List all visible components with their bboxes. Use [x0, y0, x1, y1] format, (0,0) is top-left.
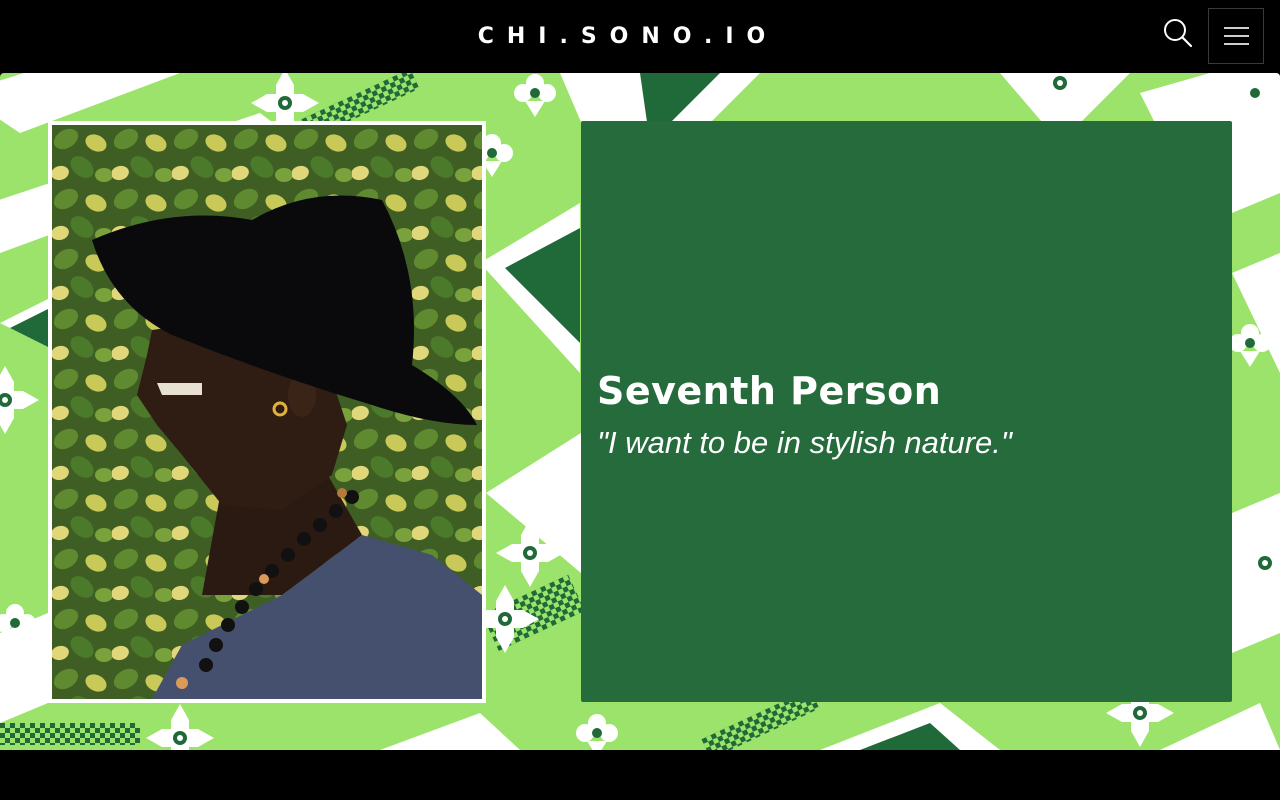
hamburger-menu-icon	[1224, 43, 1249, 45]
hamburger-menu-button[interactable]	[1208, 8, 1264, 64]
person-name: Seventh Person	[597, 369, 942, 413]
person-quote: "I want to be in stylish nature."	[597, 425, 1012, 460]
bottom-bar	[0, 750, 1280, 800]
search-icon	[1164, 19, 1193, 48]
profile-photo	[48, 121, 486, 703]
hero-section: Seventh Person "I want to be in stylish …	[0, 73, 1280, 750]
site-title[interactable]: CHI.SONO.IO	[0, 0, 1256, 73]
hamburger-menu-icon	[1224, 27, 1249, 29]
search-button[interactable]	[1162, 17, 1194, 49]
top-navigation-bar: CHI.SONO.IO	[0, 0, 1280, 73]
quote-card: Seventh Person "I want to be in stylish …	[581, 121, 1232, 702]
hamburger-menu-icon	[1224, 35, 1249, 37]
